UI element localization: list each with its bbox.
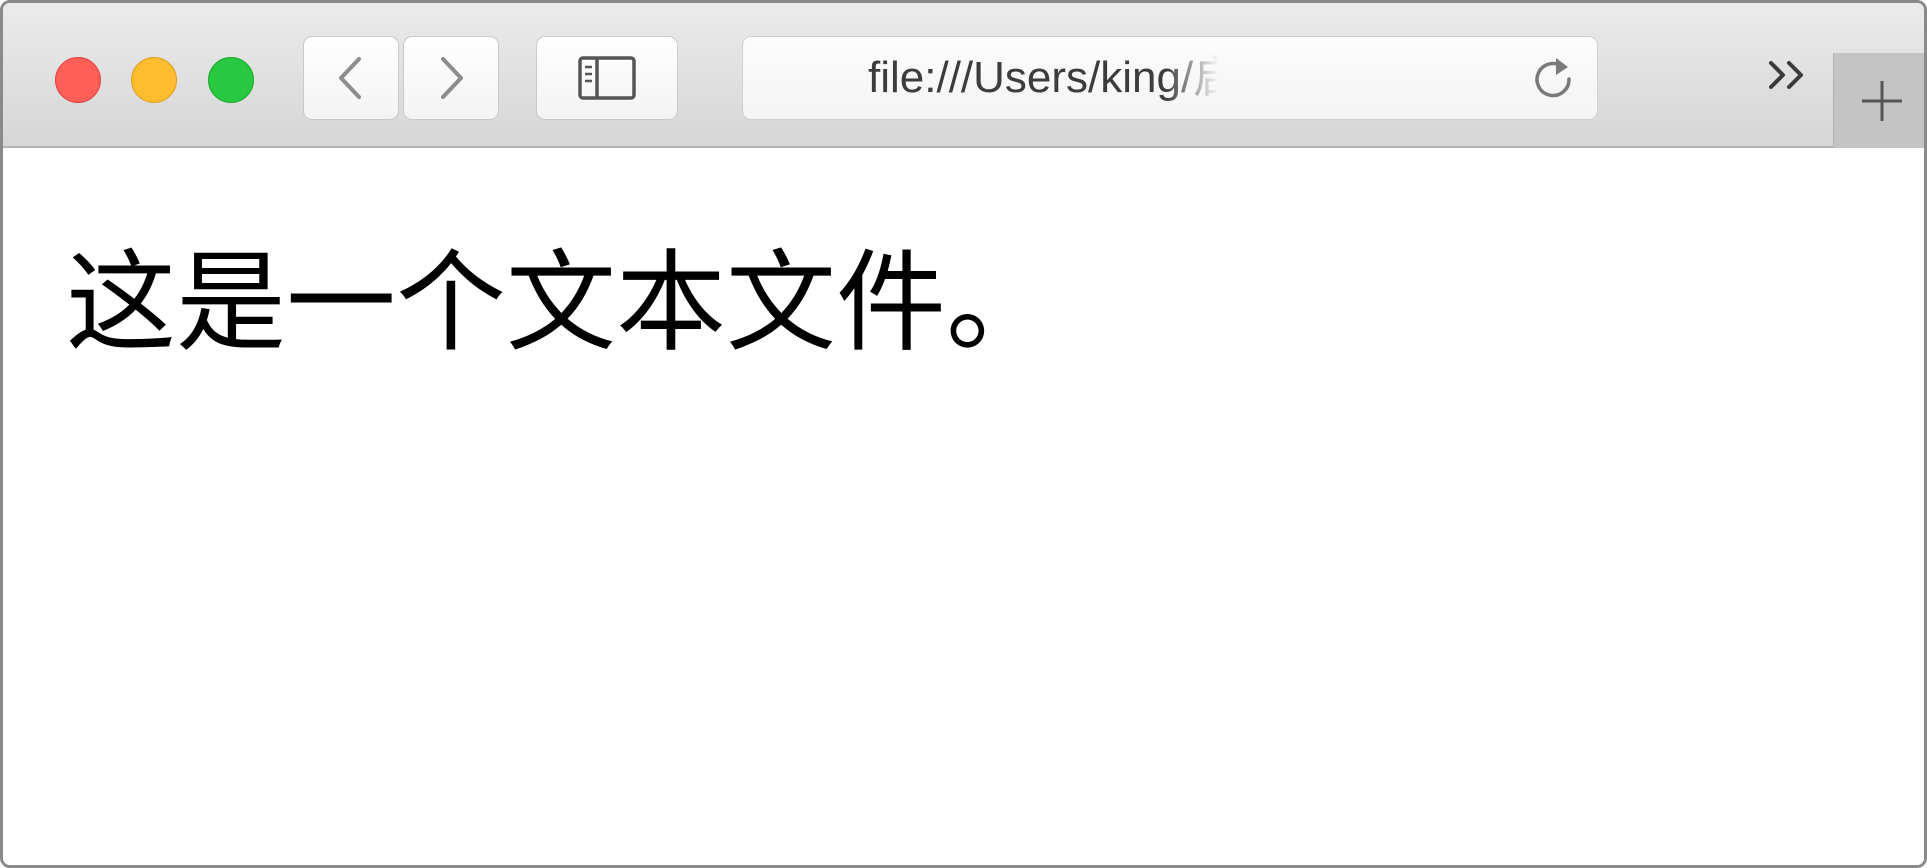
- sidebar-icon: [578, 56, 636, 100]
- forward-button[interactable]: [403, 36, 499, 120]
- sidebar-toggle-button[interactable]: [536, 36, 678, 120]
- toolbar: file:///Users/king/启嘉网/02%: [3, 3, 1924, 148]
- chevron-left-icon: [339, 57, 361, 99]
- page-body-text: 这是一个文本文件。: [66, 239, 1056, 367]
- address-bar[interactable]: file:///Users/king/启嘉网/02%: [742, 36, 1598, 120]
- reload-icon[interactable]: [1529, 55, 1577, 103]
- zoom-window-button[interactable]: [208, 57, 254, 103]
- double-chevron-right-icon[interactable]: [1763, 51, 1811, 99]
- minimize-window-button[interactable]: [131, 57, 177, 103]
- back-button[interactable]: [303, 36, 399, 120]
- page-content: 这是一个文本文件。: [3, 148, 1924, 865]
- url-text[interactable]: file:///Users/king/启嘉网/02%: [868, 37, 1218, 119]
- chevron-right-icon: [441, 57, 463, 99]
- close-window-button[interactable]: [55, 57, 101, 103]
- browser-window: file:///Users/king/启嘉网/02% 这是一个文本文件。: [0, 0, 1927, 868]
- plus-icon: [1862, 80, 1902, 121]
- new-tab-button[interactable]: [1833, 53, 1924, 148]
